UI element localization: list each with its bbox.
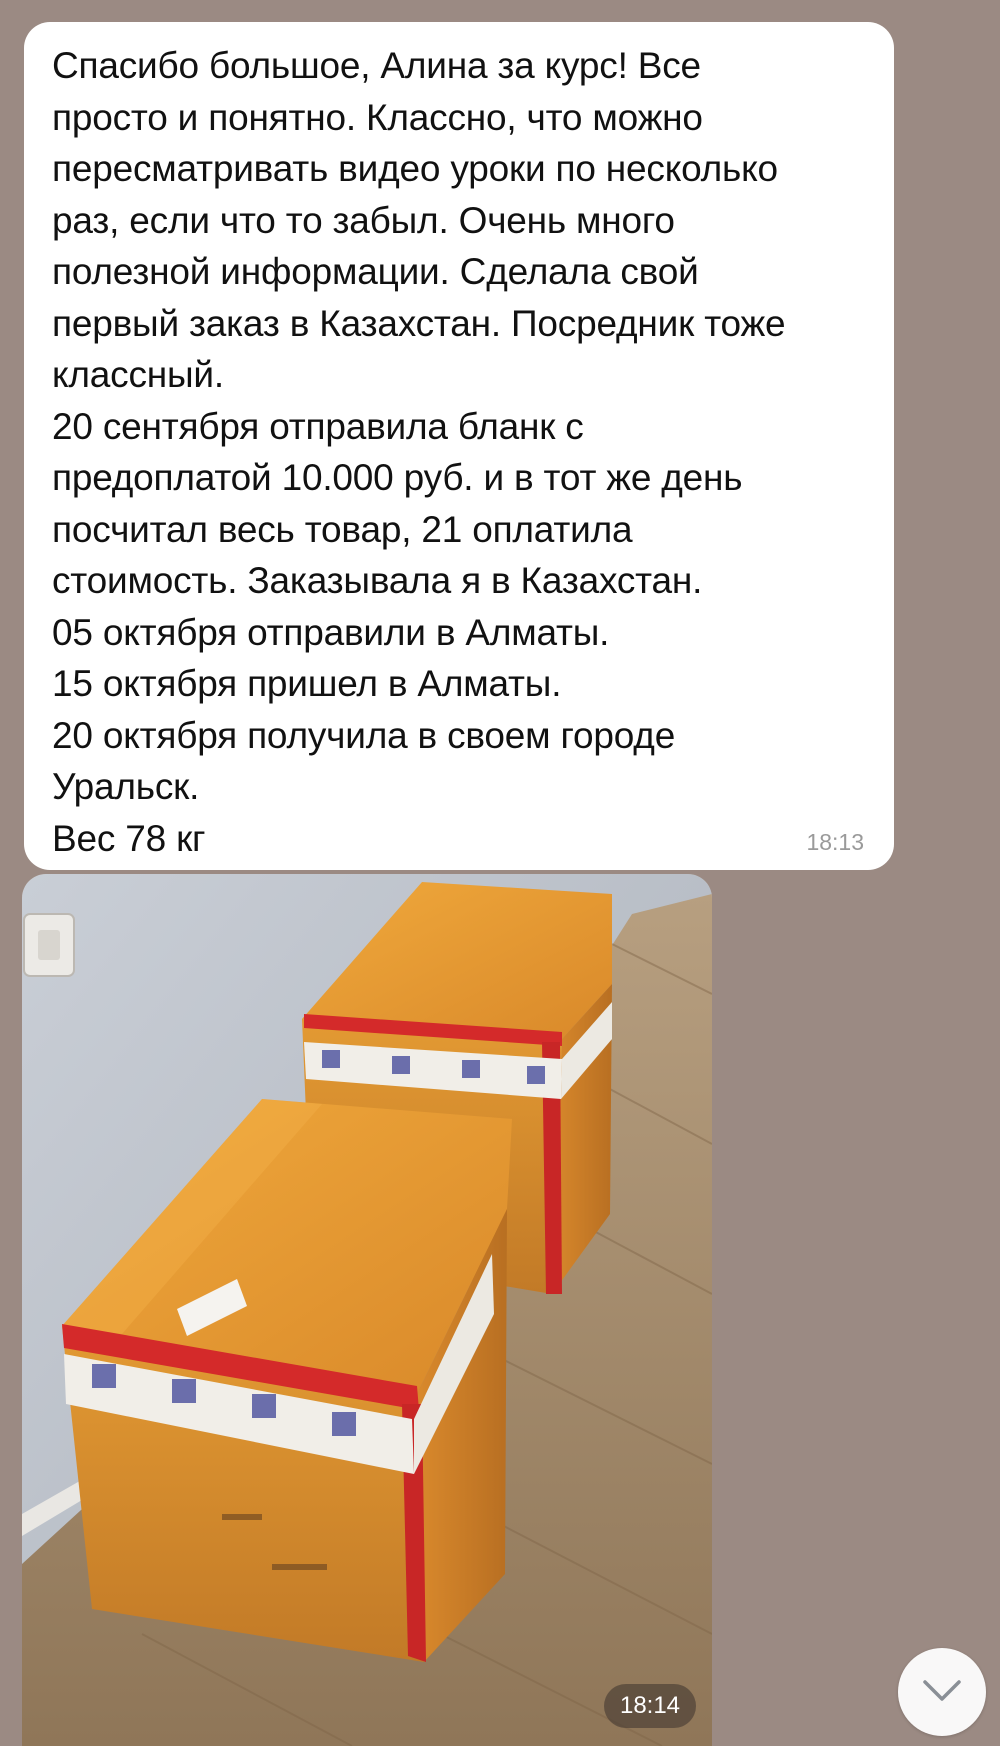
photo-message[interactable]: 18:14 (22, 874, 712, 1746)
message-line: 20 сентября отправила бланк с (52, 405, 584, 447)
message-text: Спасибо большое, Алина за курс! Все прос… (52, 40, 864, 864)
incoming-message-bubble[interactable]: Спасибо большое, Алина за курс! Все прос… (24, 22, 894, 870)
message-line: стоимость. Заказывала я в Казахстан. (52, 560, 703, 601)
message-line: полезной информации. Сделала свой (52, 251, 699, 292)
wall-switch (23, 913, 75, 977)
photo-timestamp: 18:14 (604, 1684, 696, 1728)
message-line: Уральск. (52, 766, 200, 807)
message-timestamp: 18:13 (806, 829, 864, 855)
message-line: 15 октября пришел в Алматы. (52, 663, 562, 704)
scroll-to-bottom-button[interactable] (898, 1648, 986, 1736)
parcel-boxes-photo (22, 874, 712, 1746)
message-line: пересматривать видео уроки по несколько (52, 148, 778, 189)
chevron-down-icon (923, 1680, 961, 1701)
message-line: просто и понятно. Классно, что можно (52, 96, 703, 138)
message-line: раз, если что то забыл. Очень много (52, 199, 675, 241)
message-line: Спасибо большое, Алина за курс! Все (52, 45, 701, 86)
message-line: 05 октября отправили в Алматы. (52, 611, 610, 653)
message-line: первый заказ в Казахстан. Посредник тоже (52, 302, 786, 344)
message-line: Вес 78 кг (52, 817, 206, 859)
message-line: классный. (52, 354, 224, 395)
message-line: посчитал весь товар, 21 оплатила (52, 508, 633, 550)
chat-view: Спасибо большое, Алина за курс! Все прос… (0, 0, 1000, 1746)
message-line: предоплатой 10.000 руб. и в тот же день (52, 457, 743, 498)
message-line: 20 октября получила в своем городе (52, 714, 676, 756)
